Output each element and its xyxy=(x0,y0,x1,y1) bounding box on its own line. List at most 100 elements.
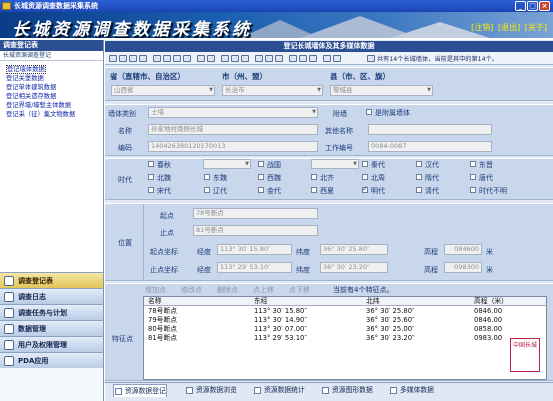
era-checkbox[interactable] xyxy=(470,187,476,193)
era-label-item: 北周 xyxy=(371,174,385,182)
help-icon[interactable] xyxy=(333,55,341,62)
tab-multimedia[interactable]: 多媒体数据 xyxy=(389,384,434,397)
county-select[interactable]: 黎城县 xyxy=(330,85,433,96)
print-icon[interactable] xyxy=(255,55,263,62)
era-dropdown[interactable] xyxy=(203,159,251,169)
sidebar-item-remains[interactable]: 登记相关遗存数据 xyxy=(6,92,103,101)
video-icon[interactable] xyxy=(299,55,307,62)
era-checkbox[interactable] xyxy=(258,187,264,193)
era-checkbox[interactable] xyxy=(311,174,317,180)
about-link[interactable]: [关于] xyxy=(525,23,547,32)
nav-survey-log[interactable]: 调查日志 xyxy=(0,288,103,304)
nav-pda[interactable]: PDA应用 xyxy=(0,352,103,368)
delete-icon[interactable] xyxy=(173,55,181,62)
attached-checkbox[interactable] xyxy=(366,109,372,115)
era-checkbox[interactable] xyxy=(311,187,317,193)
start-lat-field[interactable]: 36° 30′ 25.80″ xyxy=(320,244,388,255)
era-checkbox[interactable] xyxy=(258,161,264,167)
audio-icon[interactable] xyxy=(309,55,317,62)
photo-icon[interactable] xyxy=(221,55,229,62)
era-checkbox[interactable] xyxy=(148,187,154,193)
work-code-field[interactable]: 0084-0087 xyxy=(368,141,492,152)
nav-survey-form[interactable]: 调查登记表 xyxy=(0,272,103,288)
refresh-icon[interactable] xyxy=(275,55,283,62)
era-dropdown[interactable] xyxy=(311,159,359,169)
import-icon[interactable] xyxy=(197,55,205,62)
map-icon[interactable] xyxy=(231,55,239,62)
tab-data-entry[interactable]: 资源数据登记 xyxy=(113,384,167,397)
city-select[interactable]: 长治市 xyxy=(222,85,323,96)
logout-link[interactable]: [注销] xyxy=(471,23,493,32)
sidebar-item-building[interactable]: 登记单体建筑数据 xyxy=(6,83,103,92)
chart-icon[interactable] xyxy=(241,55,249,62)
grid-column-header[interactable]: 名称 xyxy=(148,297,162,306)
start-alt-field[interactable]: 084600 xyxy=(444,244,482,255)
move-down-button[interactable]: 点下移 xyxy=(289,285,310,295)
last-record-icon[interactable] xyxy=(139,55,147,62)
prev-record-icon[interactable] xyxy=(119,55,127,62)
table-row[interactable]: 80号断点 113° 30′ 07.00″ 36° 30′ 25.00″ 0858.0… xyxy=(144,325,546,334)
table-row[interactable]: 79号断点 113° 30′ 14.90″ 36° 30′ 25.60″ 0846.0… xyxy=(144,316,546,325)
start-coord-label: 起点坐标 xyxy=(150,248,178,256)
table-cell: 113° 29′ 53.10″ xyxy=(254,334,307,342)
nav-data-management[interactable]: 数据管理 xyxy=(0,320,103,336)
end-alt-field[interactable]: 098300 xyxy=(444,262,482,273)
sidebar-item-trench[interactable]: 登记界壕/壕堑主体数据 xyxy=(6,101,103,110)
end-lat-field[interactable]: 36° 30′ 23.20″ xyxy=(320,262,388,273)
era-checkbox[interactable] xyxy=(148,161,154,167)
info-icon xyxy=(367,55,375,62)
era-checkbox[interactable] xyxy=(416,174,422,180)
add-icon[interactable] xyxy=(153,55,161,62)
close-button[interactable]: × xyxy=(539,1,550,11)
maximize-button[interactable]: □ xyxy=(527,1,538,11)
province-select[interactable]: 山西省 xyxy=(111,85,215,96)
tab-data-stats[interactable]: 资源数据统计 xyxy=(253,384,305,397)
table-row[interactable]: 81号断点 113° 29′ 53.10″ 36° 30′ 23.20″ 0983.0… xyxy=(144,334,546,343)
copy-icon[interactable] xyxy=(183,55,191,62)
settings-icon[interactable] xyxy=(323,55,331,62)
sidebar-item-fort[interactable]: 登记关堡数据 xyxy=(6,74,103,83)
table-row[interactable]: 78号断点 113° 30′ 15.80″ 36° 30′ 25.80″ 0846.0… xyxy=(144,307,546,316)
era-checkbox[interactable] xyxy=(416,161,422,167)
era-checkbox[interactable] xyxy=(362,161,368,167)
era-checkbox[interactable] xyxy=(470,174,476,180)
minimize-button[interactable]: _ xyxy=(515,1,526,11)
other-name-field[interactable] xyxy=(368,124,492,135)
start-lon-field[interactable]: 113° 30′ 15.80″ xyxy=(217,244,292,255)
exit-link[interactable]: [退出] xyxy=(498,23,520,32)
edit-point-button[interactable]: 修改点 xyxy=(181,285,202,295)
export-icon[interactable] xyxy=(207,55,215,62)
era-checkbox[interactable] xyxy=(362,174,368,180)
sidebar-item-relics[interactable]: 登记采（征）集文物数据 xyxy=(6,110,103,119)
nav-task-plan[interactable]: 调查任务与计划 xyxy=(0,304,103,320)
nav-user-permissions[interactable]: 用户及权限管理 xyxy=(0,336,103,352)
era-checkbox[interactable] xyxy=(148,174,154,180)
era-checkbox[interactable] xyxy=(204,174,210,180)
era-checkbox[interactable] xyxy=(258,174,264,180)
end-field[interactable]: 81号断点 xyxy=(193,225,318,236)
add-point-button[interactable]: 增加点 xyxy=(145,285,166,295)
grid-column-header[interactable]: 北纬 xyxy=(366,297,380,306)
tab-data-browse[interactable]: 资源数据浏览 xyxy=(185,384,237,397)
first-record-icon[interactable] xyxy=(109,55,117,62)
save-icon[interactable] xyxy=(163,55,171,62)
next-record-icon[interactable] xyxy=(129,55,137,62)
delete-point-button[interactable]: 删除点 xyxy=(217,285,238,295)
sidebar-item-wall[interactable]: 登记墙体数据 xyxy=(6,65,46,74)
start-alt-label: 高程 xyxy=(424,248,438,256)
end-lon-field[interactable]: 113° 29′ 53.10″ xyxy=(217,262,292,273)
start-field[interactable]: 78号断点 xyxy=(193,208,318,219)
era-checkbox[interactable] xyxy=(416,187,422,193)
era-checkbox[interactable] xyxy=(470,161,476,167)
search-icon[interactable] xyxy=(265,55,273,62)
attach-icon[interactable] xyxy=(289,55,297,62)
name-field[interactable]: 孙家地村南侧长城 xyxy=(148,124,318,135)
tab-graphic-data[interactable]: 资源图形数据 xyxy=(321,384,373,397)
era-checkbox[interactable] xyxy=(204,187,210,193)
grid-column-header[interactable]: 东经 xyxy=(254,297,268,306)
grid-column-header[interactable]: 高程（米） xyxy=(474,297,508,306)
type-select[interactable]: 土墙 xyxy=(148,107,318,118)
code-field[interactable]: 140426380120170013 xyxy=(148,141,318,152)
move-up-button[interactable]: 点上移 xyxy=(253,285,274,295)
era-label-item: 清代 xyxy=(425,187,439,195)
